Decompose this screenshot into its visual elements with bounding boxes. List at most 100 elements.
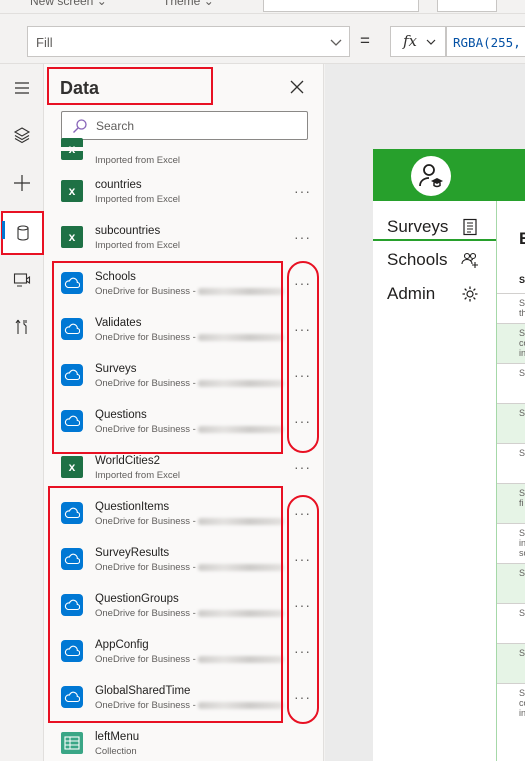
formula-input[interactable]: RGBA(255,	[446, 26, 525, 57]
advanced-tools-button[interactable]	[4, 309, 40, 345]
formula-bar: Fill = fx RGBA(255,	[0, 20, 525, 64]
gallery-row[interactable]: S	[497, 443, 525, 483]
highlight-box-group-1	[52, 261, 283, 454]
media-button[interactable]	[4, 262, 40, 298]
gallery-row[interactable]: S th	[497, 293, 525, 323]
data-button[interactable]	[1, 211, 44, 255]
gallery-row-text: S in sc	[519, 528, 525, 558]
close-icon[interactable]	[288, 78, 306, 96]
fx-button[interactable]: fx	[390, 26, 446, 57]
data-source-sub-text: Collection	[95, 746, 137, 757]
data-panel: Data x Imported from Excel x countries Imp…	[44, 64, 324, 761]
data-source-sub-text: Imported from Excel	[95, 470, 180, 481]
gallery-row[interactable]: S	[497, 603, 525, 643]
app-header	[373, 149, 525, 201]
panel-title: Data	[60, 78, 100, 98]
gallery-row-text: S	[519, 568, 525, 578]
layers-icon	[13, 127, 31, 144]
gallery-row-text: S	[519, 648, 525, 658]
gallery-row-text: S	[519, 608, 525, 618]
gallery-row[interactable]: S	[497, 563, 525, 603]
more-options-icon[interactable]: ···	[294, 229, 311, 245]
app-main: E S S th S co in S S S S fi S in sc S S S S co in	[496, 201, 525, 761]
menu-button[interactable]	[4, 70, 40, 106]
data-source-name: subcountries	[95, 225, 161, 237]
insert-button[interactable]	[4, 165, 40, 201]
tools-icon	[15, 319, 27, 334]
data-source-name: countries	[95, 179, 142, 191]
highlight-oval-group-1	[287, 261, 319, 453]
excel-icon: x	[61, 180, 83, 202]
nav-label-surveys: Surveys	[387, 217, 449, 236]
command-bar: New screen ⌄ Theme ⌄	[0, 0, 525, 14]
property-dropdown[interactable]: Fill	[27, 26, 350, 57]
gallery-row-text: S	[519, 448, 525, 458]
gallery-row[interactable]: S co in	[497, 323, 525, 363]
document-list-icon	[463, 218, 477, 236]
collection-icon	[61, 732, 83, 754]
theme-label: Theme	[163, 0, 201, 8]
people-add-icon	[461, 252, 478, 268]
chevron-down-icon	[426, 39, 436, 45]
highlight-oval-group-2	[287, 495, 319, 724]
data-source-sub: Imported from Excel	[95, 240, 180, 251]
canvas: Surveys Schools Admin E S S thS co inSSS…	[325, 64, 525, 761]
more-options-icon[interactable]: ···	[294, 183, 311, 199]
gallery-row-text: S co in	[519, 688, 525, 718]
tree-view-button[interactable]	[4, 117, 40, 153]
data-source-sub: Imported from Excel	[95, 194, 180, 205]
gallery-row-text: S co in	[519, 328, 525, 358]
toolbar-field-2[interactable]	[437, 0, 497, 12]
gallery-row-text: S th	[519, 298, 525, 318]
data-source-sub: Imported from Excel	[95, 470, 180, 481]
theme-button[interactable]: Theme ⌄	[163, 0, 214, 8]
data-source-sub-text: Imported from Excel	[95, 240, 180, 251]
graduate-user-icon	[411, 156, 451, 196]
main-heading: E	[519, 229, 525, 248]
data-source-item-leftmenu[interactable]: leftMenu Collection	[44, 723, 323, 761]
equals-sign: =	[360, 31, 370, 50]
app-preview[interactable]: Surveys Schools Admin E S S thS co inSSS…	[373, 149, 525, 761]
chevron-down-icon	[330, 39, 342, 46]
more-options-icon[interactable]: ···	[294, 459, 311, 475]
gallery-row[interactable]: S fi	[497, 483, 525, 523]
left-rail	[0, 64, 44, 761]
database-icon	[16, 225, 29, 241]
gallery-row[interactable]: S	[497, 363, 525, 403]
formula-text: RGBA(255,	[453, 35, 521, 50]
gear-icon	[462, 286, 478, 302]
gallery-row[interactable]: S	[497, 403, 525, 443]
nav-item-schools[interactable]: Schools	[373, 244, 496, 274]
nav-label-schools: Schools	[387, 250, 448, 269]
data-source-sub: Imported from Excel	[95, 155, 180, 166]
column-header: S	[519, 275, 525, 285]
property-value: Fill	[36, 35, 53, 50]
gallery-row-text: S	[519, 408, 525, 418]
data-source-item-subcountries[interactable]: x subcountries Imported from Excel ···	[44, 217, 323, 263]
gallery-row[interactable]: S co in	[497, 683, 525, 723]
hamburger-icon	[15, 82, 29, 94]
excel-icon: x	[61, 226, 83, 248]
list-clip	[44, 147, 323, 151]
media-icon	[13, 273, 31, 287]
data-source-item-countries[interactable]: x countries Imported from Excel ···	[44, 171, 323, 217]
app-nav: Surveys Schools Admin	[373, 201, 496, 761]
data-source-sub: Collection	[95, 746, 137, 757]
gallery-row[interactable]: S	[497, 643, 525, 683]
new-screen-label: New screen	[30, 0, 94, 8]
nav-item-surveys[interactable]: Surveys	[373, 211, 496, 241]
new-screen-button[interactable]: New screen ⌄	[30, 0, 107, 8]
nav-label-admin: Admin	[387, 284, 436, 303]
gallery-row-text: S fi	[519, 488, 525, 508]
gallery-row-text: S	[519, 368, 525, 378]
data-source-sub-text: Imported from Excel	[95, 194, 180, 205]
plus-icon	[14, 175, 30, 191]
toolbar-field[interactable]	[263, 0, 419, 12]
data-source-name: WorldCities2	[95, 455, 160, 467]
excel-icon: x	[61, 456, 83, 478]
highlight-box-group-2	[48, 486, 283, 723]
gallery-row[interactable]: S in sc	[497, 523, 525, 563]
fx-icon: fx	[403, 32, 418, 50]
data-source-name: leftMenu	[95, 731, 140, 743]
nav-item-admin[interactable]: Admin	[373, 278, 496, 308]
